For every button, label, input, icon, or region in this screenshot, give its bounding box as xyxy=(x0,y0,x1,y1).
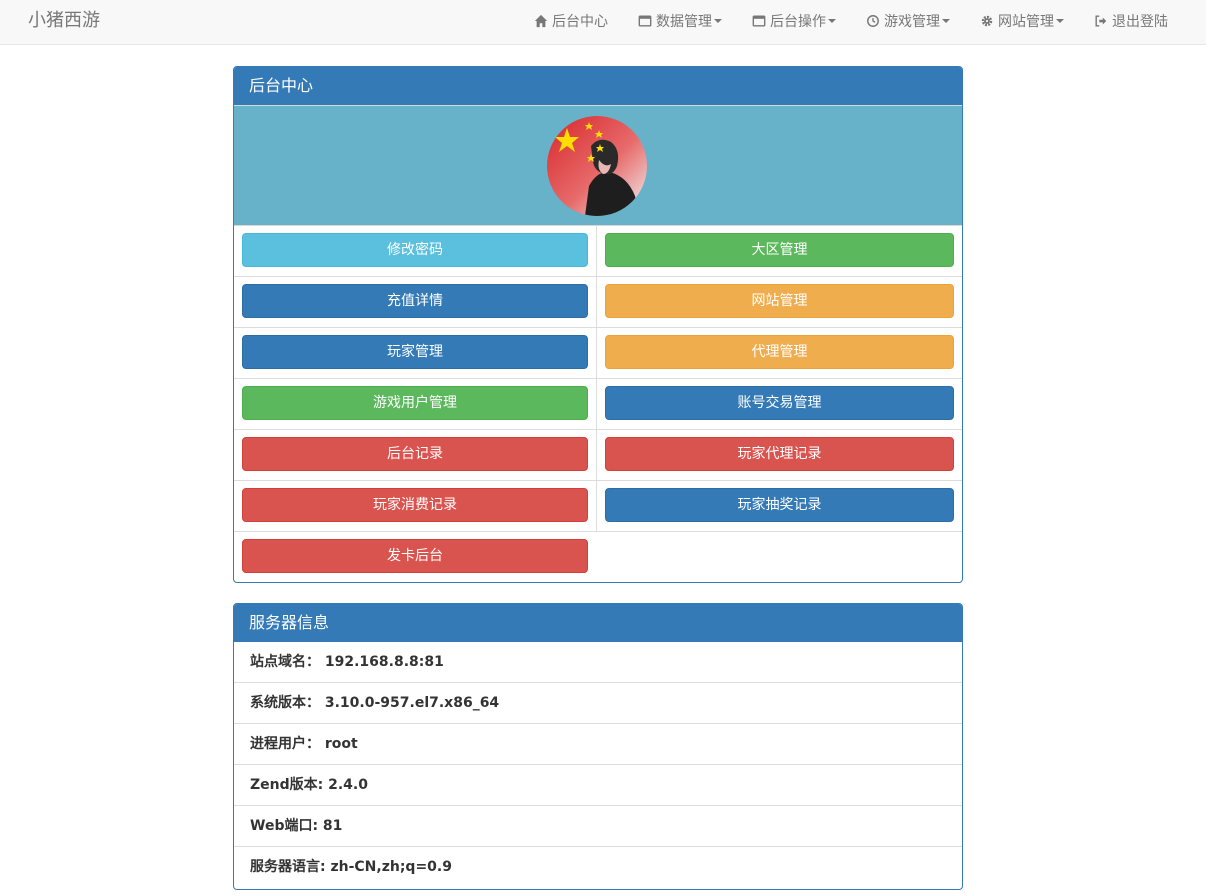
site-management-button[interactable]: 网站管理 xyxy=(605,284,954,318)
player-management-button[interactable]: 玩家管理 xyxy=(242,335,588,369)
panel-title: 后台中心 xyxy=(234,67,962,105)
info-row-system-version: 系统版本： 3.10.0-957.el7.x86_64 xyxy=(234,683,962,724)
nav-item-game-management[interactable]: 游戏管理 xyxy=(866,11,950,31)
button-row: 修改密码 大区管理 xyxy=(234,226,962,277)
button-row: 充值详情 网站管理 xyxy=(234,277,962,328)
gear-icon xyxy=(981,15,993,27)
nav-item-data-management[interactable]: 数据管理 xyxy=(638,11,722,31)
nav-item-label: 游戏管理 xyxy=(884,14,940,30)
nav-item-admin-center[interactable]: 后台中心 xyxy=(534,11,608,31)
nav-item-label: 数据管理 xyxy=(656,14,712,30)
panel-title: 服务器信息 xyxy=(234,604,962,642)
caret-down-icon xyxy=(714,19,722,23)
nav-menu: 后台中心 数据管理 后台操作 游戏管理 网站管理 退出登陆 xyxy=(504,0,1168,42)
player-lottery-log-button[interactable]: 玩家抽奖记录 xyxy=(605,488,954,522)
button-row: 玩家管理 代理管理 xyxy=(234,328,962,379)
window-icon xyxy=(752,15,766,27)
nav-item-site-management[interactable]: 网站管理 xyxy=(980,11,1064,31)
game-user-management-button[interactable]: 游戏用户管理 xyxy=(242,386,588,420)
column-divider xyxy=(596,481,597,532)
change-password-button[interactable]: 修改密码 xyxy=(242,233,588,267)
admin-button-grid: 修改密码 大区管理 充值详情 网站管理 玩家管理 代理管理 游戏用户管理 账号交… xyxy=(234,226,962,582)
top-navbar: 小猪西游 后台中心 数据管理 后台操作 游戏管理 网站管理 退出登陆 xyxy=(0,0,1206,45)
backend-log-button[interactable]: 后台记录 xyxy=(242,437,588,471)
caret-down-icon xyxy=(1056,19,1064,23)
button-row: 后台记录 玩家代理记录 xyxy=(234,430,962,481)
column-divider xyxy=(596,277,597,328)
nav-item-label: 后台操作 xyxy=(770,14,826,30)
column-divider xyxy=(596,226,597,277)
nav-item-label: 退出登陆 xyxy=(1112,14,1168,30)
server-info-panel: 服务器信息 站点域名： 192.168.8.8:81 系统版本： 3.10.0-… xyxy=(233,603,963,890)
admin-center-panel: 后台中心 修改密码 大区管理 充值详情 网站管理 玩家管理 代理管理 游戏用户管… xyxy=(233,66,963,583)
info-row-site-domain: 站点域名： 192.168.8.8:81 xyxy=(234,642,962,683)
card-issuing-backend-button[interactable]: 发卡后台 xyxy=(242,539,588,573)
nav-item-logout[interactable]: 退出登陆 xyxy=(1094,11,1168,31)
player-consumption-log-button[interactable]: 玩家消费记录 xyxy=(242,488,588,522)
recharge-details-button[interactable]: 充值详情 xyxy=(242,284,588,318)
region-management-button[interactable]: 大区管理 xyxy=(605,233,954,267)
logout-icon xyxy=(1095,15,1107,27)
column-divider xyxy=(596,430,597,481)
info-row-server-language: 服务器语言: zh-CN,zh;q=0.9 xyxy=(250,859,452,875)
button-row: 玩家消费记录 玩家抽奖记录 xyxy=(234,481,962,532)
button-row: 游戏用户管理 账号交易管理 xyxy=(234,379,962,430)
player-agent-log-button[interactable]: 玩家代理记录 xyxy=(605,437,954,471)
avatar-area xyxy=(234,105,962,226)
nav-item-label: 后台中心 xyxy=(552,14,608,30)
button-row: 发卡后台 xyxy=(234,532,962,582)
avatar-image xyxy=(547,116,647,216)
caret-down-icon xyxy=(828,19,836,23)
clock-icon xyxy=(867,15,879,27)
info-row-zend-version: Zend版本: 2.4.0 xyxy=(234,765,962,806)
column-divider xyxy=(596,328,597,379)
info-row-process-user: 进程用户： root xyxy=(234,724,962,765)
caret-down-icon xyxy=(942,19,950,23)
nav-item-label: 网站管理 xyxy=(998,14,1054,30)
brand-title[interactable]: 小猪西游 xyxy=(28,0,100,42)
account-trade-management-button[interactable]: 账号交易管理 xyxy=(605,386,954,420)
nav-item-backend-ops[interactable]: 后台操作 xyxy=(752,11,836,31)
home-icon xyxy=(534,14,548,28)
agent-management-button[interactable]: 代理管理 xyxy=(605,335,954,369)
info-row-web-port: Web端口: 81 xyxy=(234,806,962,847)
window-icon xyxy=(638,15,652,27)
column-divider xyxy=(596,379,597,430)
avatar xyxy=(547,116,647,216)
